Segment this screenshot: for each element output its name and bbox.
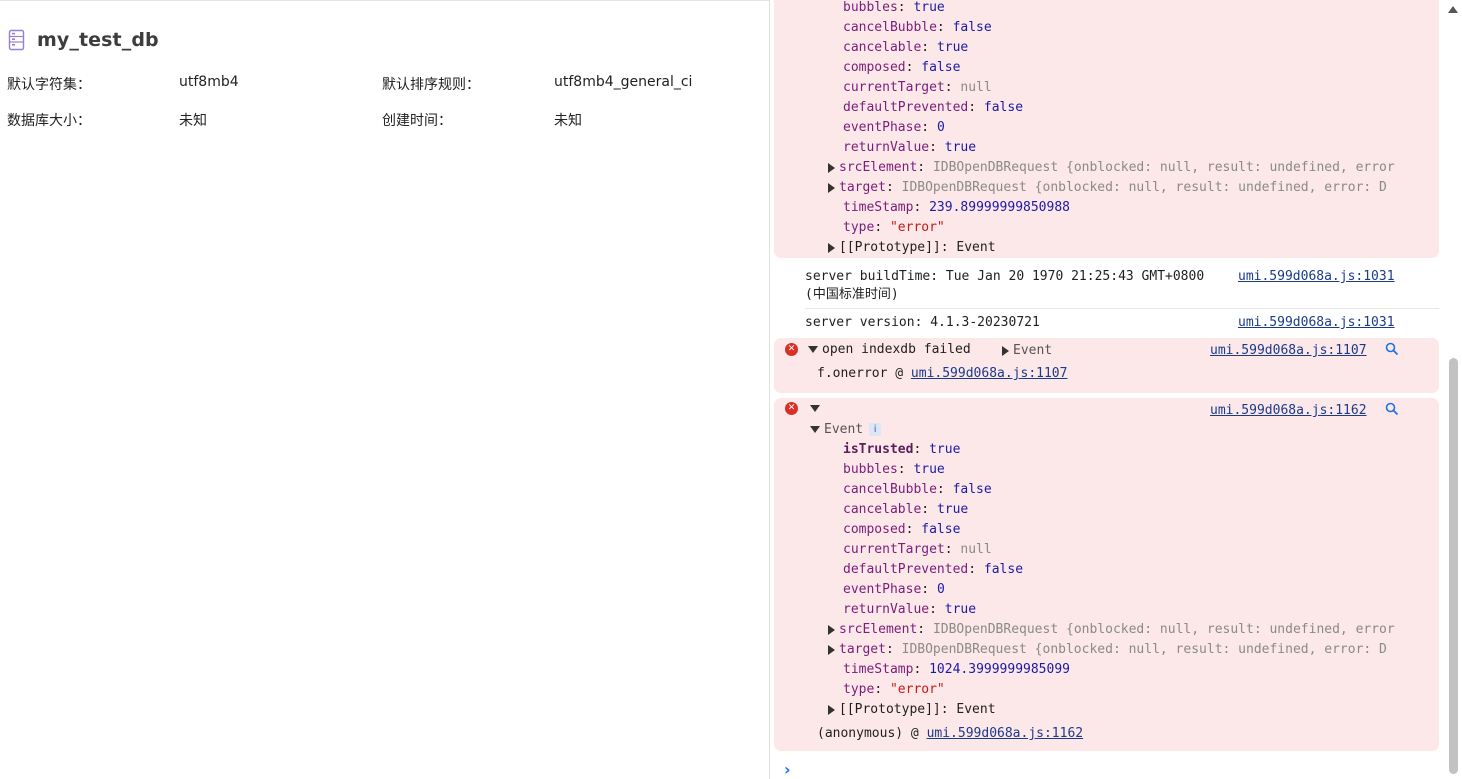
info-icon[interactable]: i <box>869 423 882 436</box>
event-prop-row: bubbles: true <box>843 0 945 15</box>
log-text: (中国标准时间) <box>805 287 899 302</box>
expand-triangle-icon[interactable] <box>828 182 835 193</box>
source-link[interactable]: umi.599d068a.js:1107 <box>1210 341 1367 361</box>
error-summary-row[interactable]: open indexdb failed <box>808 340 971 360</box>
source-link[interactable]: umi.599d068a.js:1162 <box>927 726 1084 741</box>
created-time-label: 创建时间： <box>382 113 452 129</box>
error-x-icon: ✕ <box>785 402 798 415</box>
error-summary-row[interactable] <box>810 399 824 419</box>
expand-triangle-icon[interactable] <box>828 704 835 715</box>
expand-triangle-icon[interactable] <box>828 644 835 655</box>
event-object-row[interactable]: Event <box>1002 341 1052 361</box>
error-x-icon: ✕ <box>785 343 798 356</box>
stack-trace-row: (anonymous) @ umi.599d068a.js:1162 <box>817 726 1084 741</box>
console-log-message: server buildTime: Tue Jan 20 1970 21:25:… <box>774 262 1439 307</box>
expand-triangle-icon[interactable] <box>1002 345 1009 356</box>
console-error-message: bubbles: true cancelBubble: false cancel… <box>774 0 1439 258</box>
event-prop-row: defaultPrevented: false <box>843 562 1024 577</box>
event-prop-row: bubbles: true <box>843 462 945 477</box>
stack-trace-row: f.onerror @ umi.599d068a.js:1107 <box>817 366 1068 381</box>
target-row[interactable]: target: IDBOpenDBRequest {onblocked: nul… <box>828 178 1400 198</box>
collapse-triangle-icon[interactable] <box>808 346 818 353</box>
collapse-triangle-icon[interactable] <box>810 405 820 412</box>
event-prop-row: eventPhase: 0 <box>843 582 945 597</box>
console-prompt-chevron-icon[interactable]: › <box>784 760 791 779</box>
event-prop-row: cancelBubble: false <box>843 482 992 497</box>
charset-label: 默认字符集： <box>7 77 91 93</box>
db-size-label: 数据库大小： <box>7 113 91 129</box>
db-size-value: 未知 <box>179 113 207 129</box>
event-prop-row: eventPhase: 0 <box>843 120 945 135</box>
target-row[interactable]: target: IDBOpenDBRequest {onblocked: nul… <box>828 640 1400 660</box>
event-prop-row: type: "error" <box>843 682 945 697</box>
search-icon[interactable] <box>1385 342 1399 356</box>
event-object-row[interactable]: Event i <box>810 420 882 440</box>
console-scrollbar[interactable] <box>1445 0 1462 779</box>
search-icon[interactable] <box>1385 402 1399 416</box>
database-header: my_test_db <box>8 27 159 53</box>
event-prop-row: isTrusted: true <box>843 442 961 457</box>
collation-value: utf8mb4_general_ci <box>554 74 693 90</box>
database-info-panel: my_test_db 默认字符集： utf8mb4 默认排序规则： utf8mb… <box>0 0 769 779</box>
prototype-row[interactable]: [[Prototype]]: Event <box>828 700 996 720</box>
console-log-message: server version: 4.1.3-20230721 umi.599d0… <box>774 309 1439 335</box>
event-prop-row: currentTarget: null <box>843 542 992 557</box>
event-prop-row: cancelable: true <box>843 40 969 55</box>
prototype-row[interactable]: [[Prototype]]: Event <box>828 238 996 258</box>
event-prop-row: timeStamp: 1024.3999999985099 <box>843 662 1070 677</box>
database-table-icon <box>8 29 25 51</box>
source-link[interactable]: umi.599d068a.js:1162 <box>1210 401 1367 421</box>
devtools-console[interactable]: bubbles: true cancelBubble: false cancel… <box>769 0 1462 779</box>
log-text: server buildTime: Tue Jan 20 1970 21:25:… <box>805 269 1205 284</box>
event-prop-row: defaultPrevented: false <box>843 100 1024 115</box>
source-link[interactable]: umi.599d068a.js:1031 <box>1238 313 1395 333</box>
event-prop-row: timeStamp: 239.89999999850988 <box>843 200 1070 215</box>
event-prop-row: returnValue: true <box>843 602 977 617</box>
scroll-up-arrow-icon[interactable] <box>1448 6 1458 13</box>
database-name: my_test_db <box>37 29 159 51</box>
event-prop-row: returnValue: true <box>843 140 977 155</box>
scrollbar-thumb[interactable] <box>1449 358 1458 774</box>
event-prop-row: cancelBubble: false <box>843 20 992 35</box>
source-link[interactable]: umi.599d068a.js:1031 <box>1238 267 1395 287</box>
log-text: server version: 4.1.3-20230721 <box>805 315 1040 330</box>
event-prop-row: type: "error" <box>843 220 945 235</box>
console-error-message: ✕ umi.599d068a.js:1162 Event i isTrusted:… <box>774 398 1439 751</box>
collation-label: 默认排序规则： <box>382 77 480 93</box>
event-prop-row: cancelable: true <box>843 502 969 517</box>
event-prop-row: composed: false <box>843 522 961 537</box>
expand-triangle-icon[interactable] <box>828 624 835 635</box>
source-link[interactable]: umi.599d068a.js:1107 <box>911 366 1068 381</box>
event-prop-row: composed: false <box>843 60 961 75</box>
created-time-value: 未知 <box>554 113 582 129</box>
console-error-message: ✕ open indexdb failed Event umi.599d068a… <box>774 338 1439 393</box>
src-element-row[interactable]: srcElement: IDBOpenDBRequest {onblocked:… <box>828 158 1400 178</box>
expand-triangle-icon[interactable] <box>828 242 835 253</box>
event-prop-row: currentTarget: null <box>843 80 992 95</box>
collapse-triangle-icon[interactable] <box>810 426 820 433</box>
charset-value: utf8mb4 <box>179 74 239 90</box>
expand-triangle-icon[interactable] <box>828 162 835 173</box>
src-element-row[interactable]: srcElement: IDBOpenDBRequest {onblocked:… <box>828 620 1400 640</box>
